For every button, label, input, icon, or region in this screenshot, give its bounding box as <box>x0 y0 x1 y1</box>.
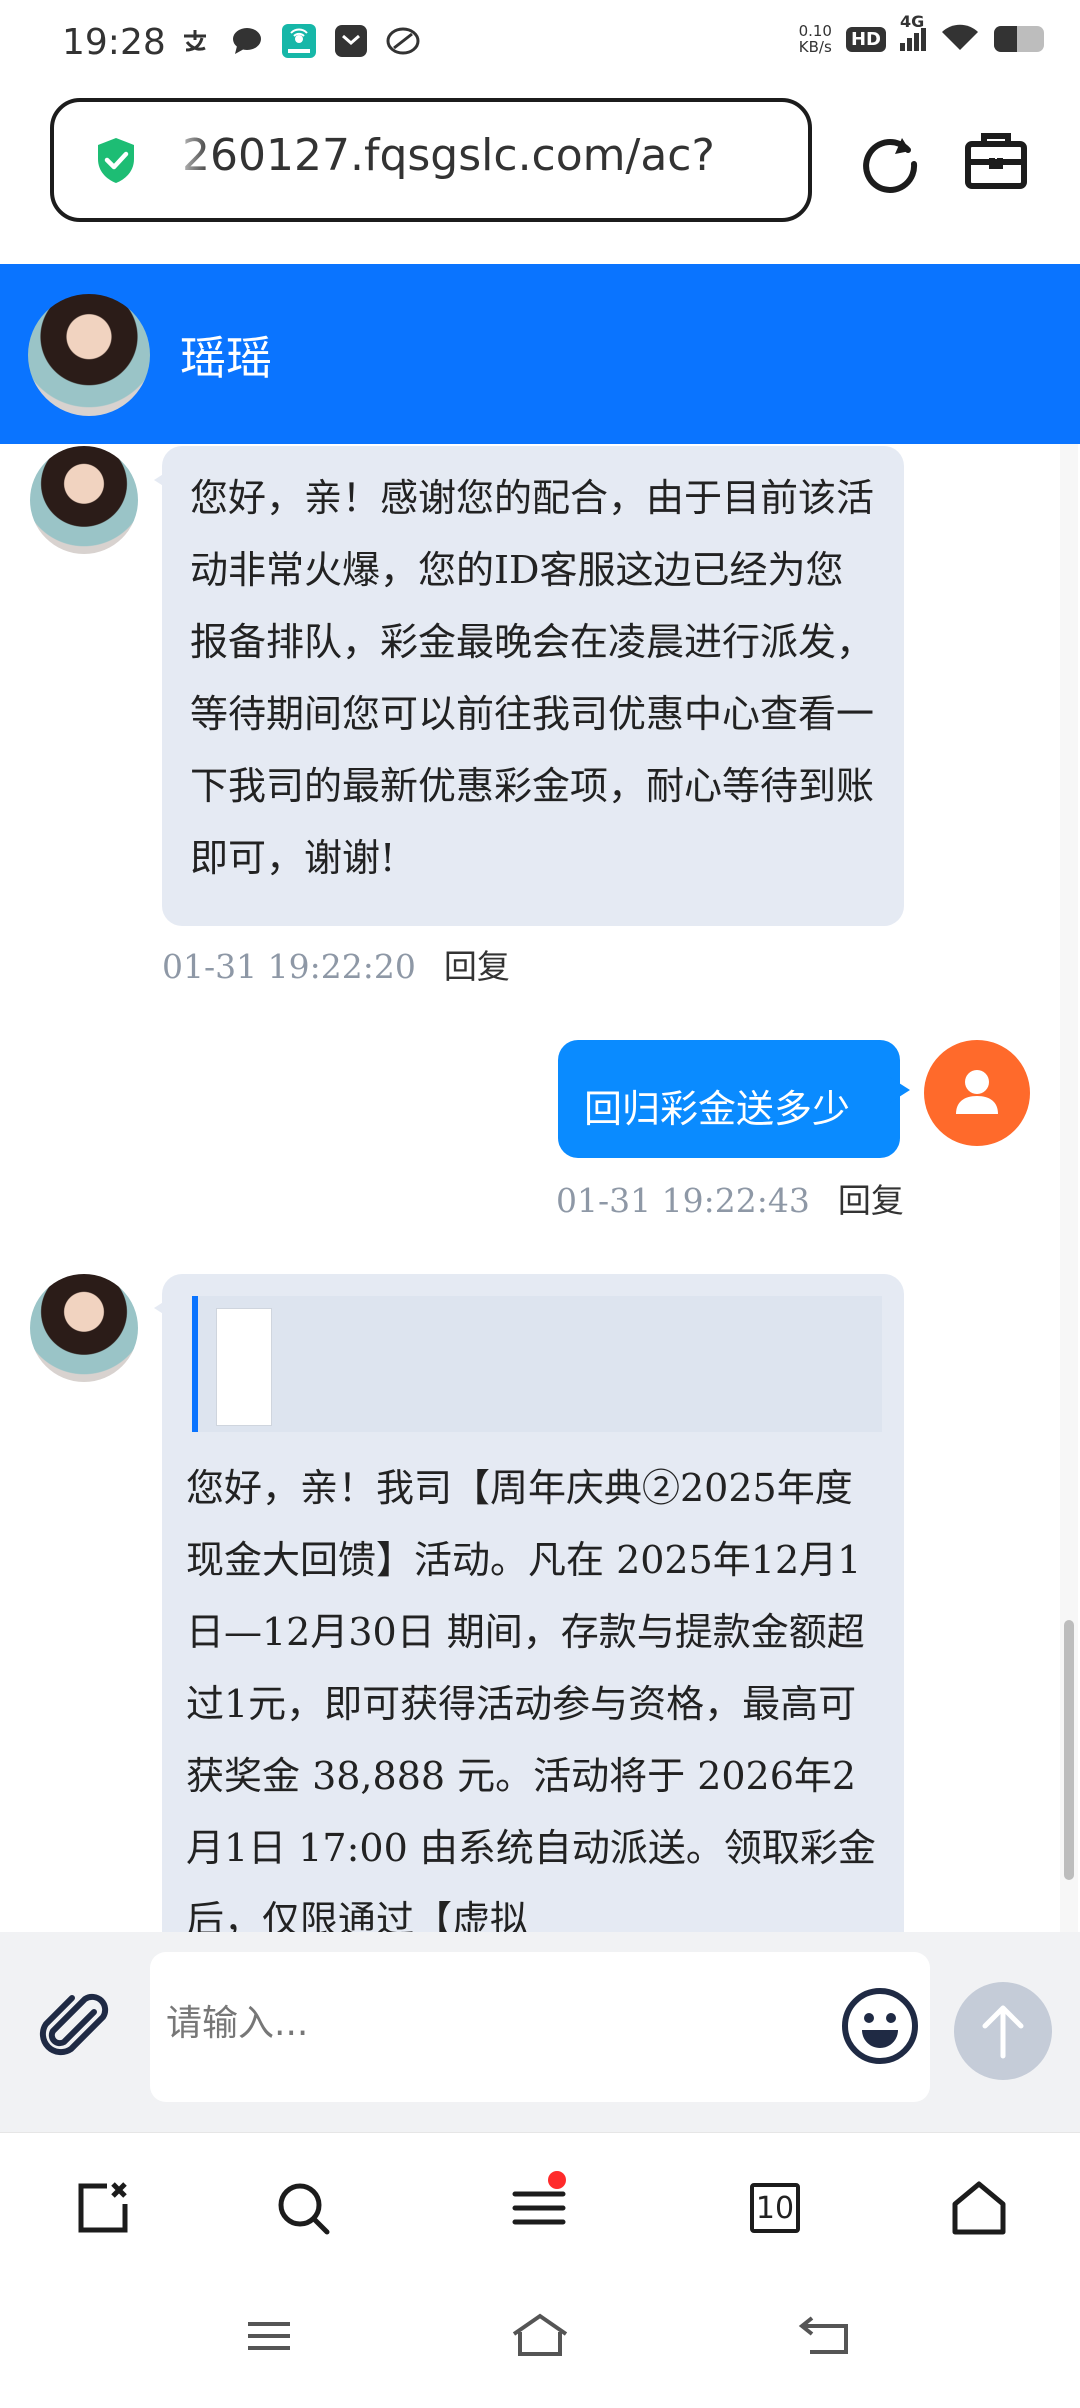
network-type-label: 4G <box>900 11 925 31</box>
wifi-icon <box>940 22 980 56</box>
emoji-icon[interactable] <box>840 1986 920 2070</box>
toolbox-icon[interactable] <box>964 130 1028 198</box>
scrollbar-thumb[interactable] <box>1064 1620 1074 1880</box>
user-avatar-icon <box>956 1070 998 1114</box>
feather-app-icon <box>386 24 420 58</box>
message-input[interactable] <box>164 1992 818 2054</box>
cell-signal-icon: 4G <box>900 12 926 51</box>
network-speed-value: 0.10 <box>798 22 832 40</box>
attachment-icon[interactable] <box>36 1988 116 2072</box>
reply-link[interactable]: 回复 <box>838 1181 904 1220</box>
chat-header: 瑶瑶 <box>0 264 1080 444</box>
alipay-icon <box>178 24 212 58</box>
notification-dot <box>548 2171 566 2189</box>
user-avatar[interactable] <box>924 1040 1030 1146</box>
message-input-box[interactable] <box>150 1952 930 2102</box>
home-icon[interactable] <box>944 2173 1014 2243</box>
status-bar: 19:28 0.10 KB/s HD 4G <box>0 0 1080 84</box>
reply-link[interactable]: 回复 <box>444 947 510 986</box>
tabs-button[interactable]: 10 <box>740 2173 810 2243</box>
network-speed: 0.10 KB/s <box>799 23 832 55</box>
message-time: 01-31 19:22:20 <box>162 947 416 986</box>
status-system-icons: 0.10 KB/s HD 4G <box>799 12 1044 56</box>
message-time: 01-31 19:22:43 <box>556 1181 810 1220</box>
image-thumbnail[interactable] <box>216 1308 272 1426</box>
message-text: 您好，亲！感谢您的配合，由于目前该活动非常火爆，您的ID客服这边已经为您报备排队… <box>190 476 875 880</box>
message-text: 您好，亲！我司【周年庆典②2025年度现金大回馈】活动。凡在 2025年12月1… <box>186 1466 876 1932</box>
message-meta: 01-31 19:22:43 回复 <box>556 1174 904 1222</box>
close-page-icon[interactable] <box>66 2173 136 2243</box>
system-navigation-bar <box>0 2282 1080 2408</box>
message-avatar[interactable] <box>30 1274 138 1382</box>
wifi-scan-app-icon <box>282 24 316 58</box>
network-speed-unit: KB/s <box>798 38 832 56</box>
message-list[interactable]: 您好，亲！感谢您的配合，由于目前该活动非常火爆，您的ID客服这边已经为您报备排队… <box>0 444 1080 1932</box>
message-bubble-incoming[interactable]: 您好，亲！感谢您的配合，由于目前该活动非常火爆，您的ID客服这边已经为您报备排队… <box>154 446 904 926</box>
browser-toolbar: 10 <box>0 2132 1080 2283</box>
url-text[interactable]: 260127.fqsgslc.com/ac? <box>182 130 772 181</box>
chat-title: 瑶瑶 <box>180 331 272 385</box>
security-shield-icon[interactable] <box>96 136 136 188</box>
status-notification-icons <box>178 24 420 58</box>
battery-level-fill <box>994 26 1017 52</box>
message-bubble-outgoing[interactable]: 回归彩金送多少 <box>558 1040 910 1158</box>
agent-avatar[interactable] <box>28 294 150 416</box>
mail-app-icon <box>334 24 368 58</box>
message-icon <box>230 24 264 58</box>
quoted-image[interactable] <box>192 1296 882 1432</box>
tab-count: 10 <box>755 2190 795 2226</box>
hd-badge: HD <box>845 26 886 52</box>
arrow-up-icon <box>982 2005 1024 2059</box>
system-home-icon[interactable] <box>510 2312 570 2362</box>
message-text: 回归彩金送多少 <box>584 1087 851 1131</box>
address-bar[interactable]: 260127.fqsgslc.com/ac? <box>50 98 812 222</box>
menu-icon[interactable] <box>504 2171 574 2243</box>
recent-apps-icon[interactable] <box>244 2316 294 2360</box>
reload-icon[interactable] <box>858 130 922 198</box>
message-avatar[interactable] <box>30 446 138 554</box>
status-time: 19:28 <box>62 22 166 63</box>
send-button[interactable] <box>954 1982 1052 2080</box>
message-bubble-incoming[interactable]: 您好，亲！我司【周年庆典②2025年度现金大回馈】活动。凡在 2025年12月1… <box>154 1274 904 1932</box>
chat-input-bar <box>0 1932 1080 2132</box>
back-icon[interactable] <box>796 2312 852 2362</box>
search-icon[interactable] <box>268 2173 338 2243</box>
message-meta: 01-31 19:22:20 回复 <box>162 940 510 988</box>
battery-icon <box>994 26 1044 52</box>
